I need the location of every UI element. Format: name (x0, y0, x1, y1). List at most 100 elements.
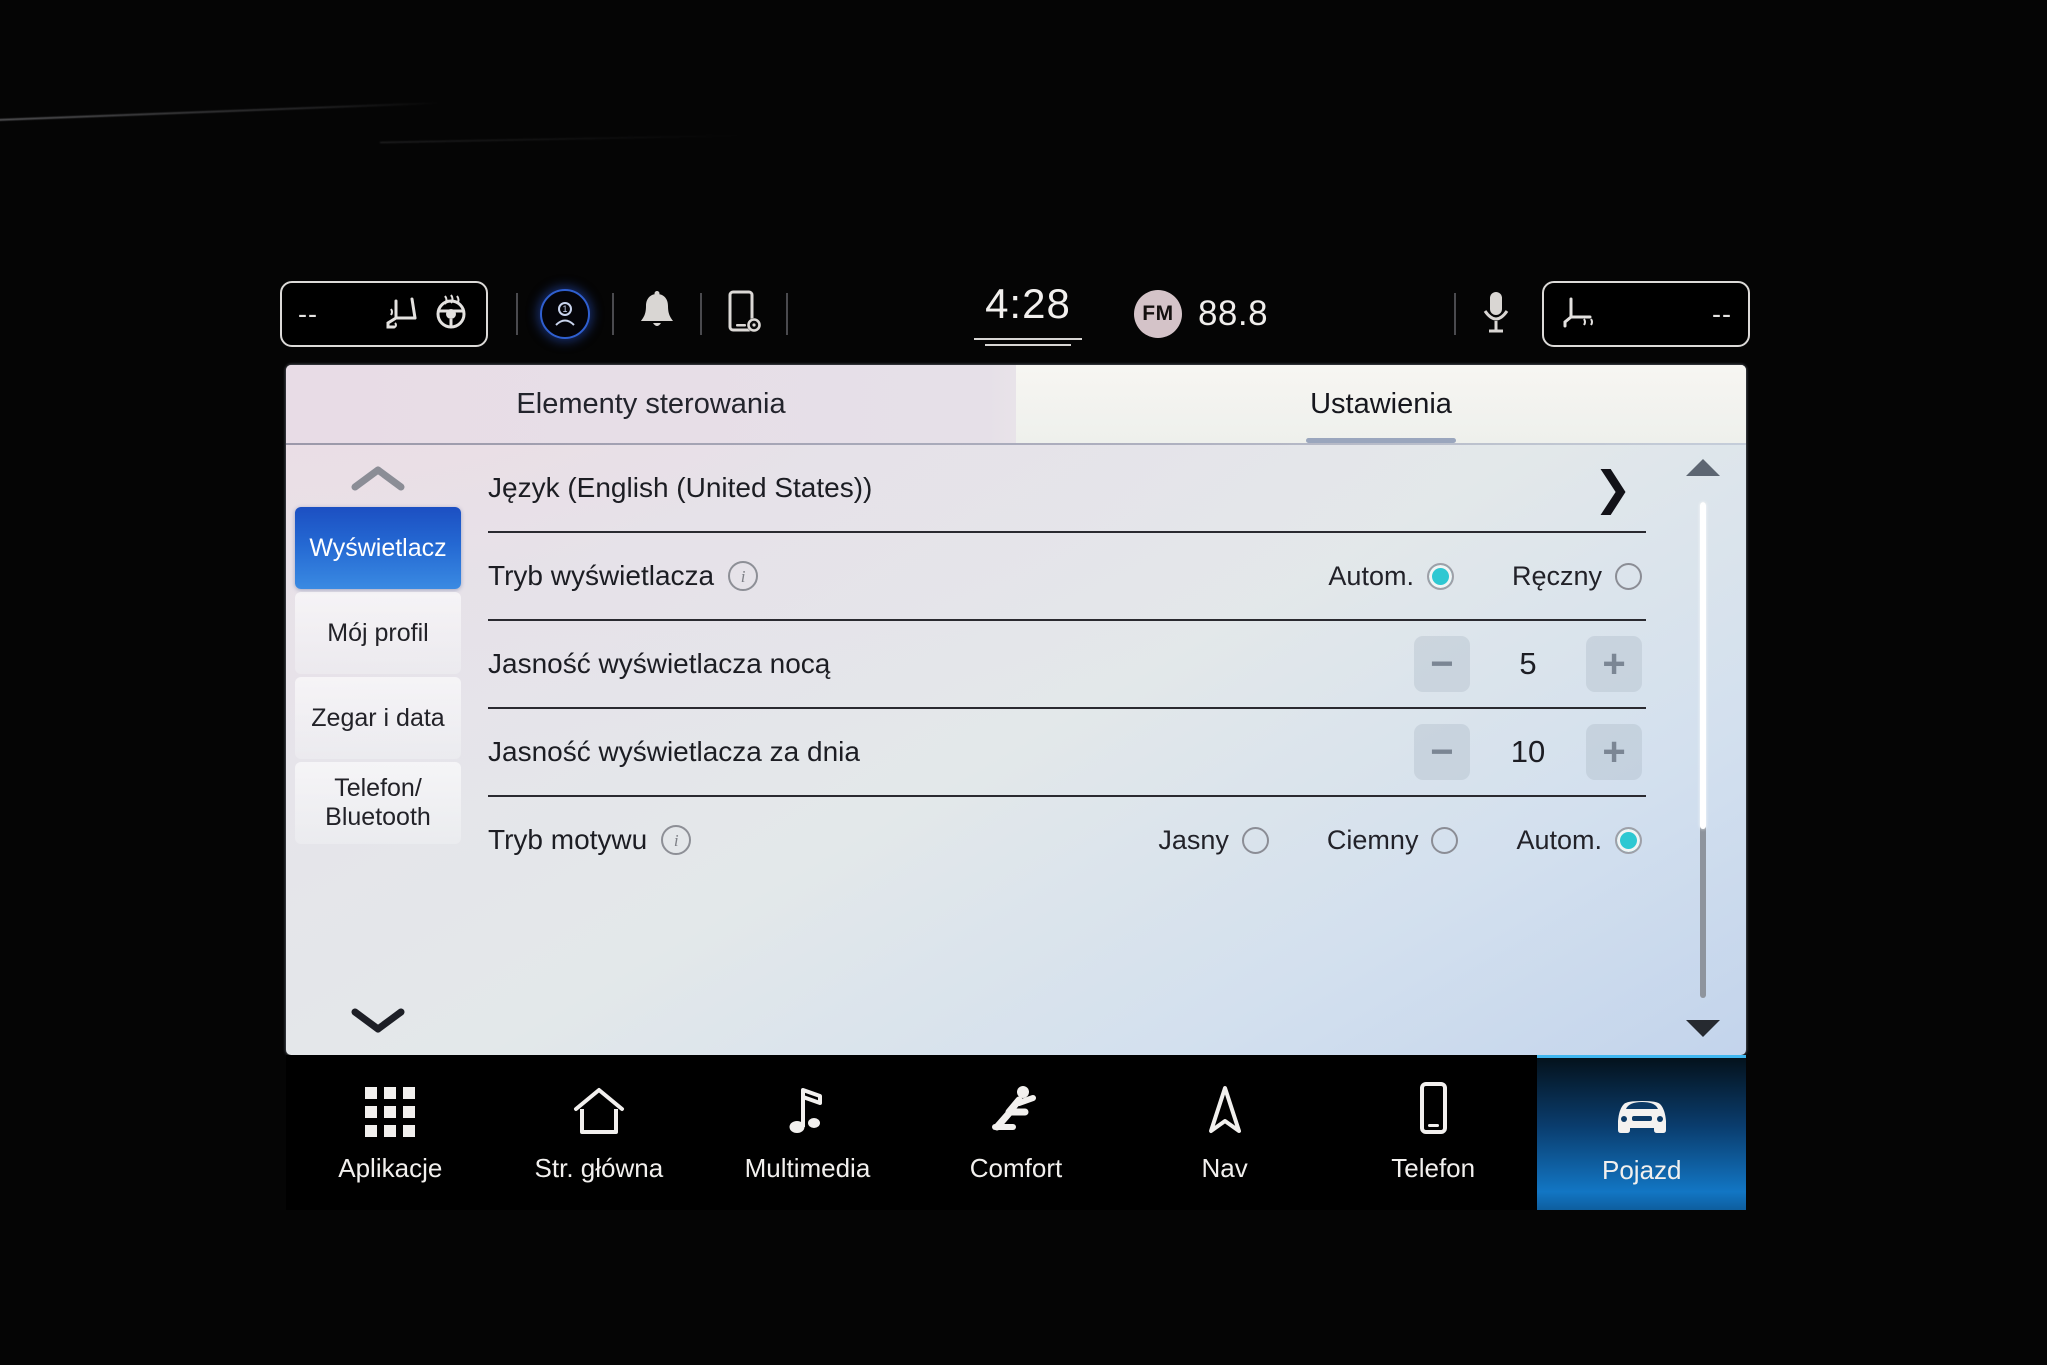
tab-bar: Elementy sterowania Ustawienia (286, 365, 1746, 443)
increment-button[interactable]: + (1586, 724, 1642, 780)
nav-item-label: Pojazd (1602, 1154, 1682, 1185)
sidebar-scroll-up-button[interactable] (286, 451, 470, 507)
nav-item-telefon[interactable]: Telefon (1329, 1055, 1538, 1210)
sidebar-item-label: Mój profil (327, 618, 429, 647)
heated-seat-icon[interactable] (382, 293, 422, 336)
row-label-text: Tryb motywu (488, 824, 648, 855)
decrement-button[interactable]: − (1414, 724, 1470, 780)
setting-row-brightness-night: Jasność wyświetlacza nocą − 5 + (488, 621, 1646, 709)
radio-label: Ręczny (1511, 560, 1602, 591)
status-divider-2 (612, 293, 614, 335)
tab-ustawienia[interactable]: Ustawienia (1016, 365, 1746, 443)
nav-item-pojazd[interactable]: Pojazd (1537, 1055, 1747, 1210)
scrollbar-track[interactable] (1700, 502, 1706, 998)
notifications-button[interactable] (636, 289, 678, 340)
left-temperature-value: -- (298, 298, 318, 329)
radio-frequency: 88.8 (1197, 294, 1269, 333)
nav-item-multimedia[interactable]: Multimedia (703, 1055, 912, 1210)
sidebar-item-zegar-i-data[interactable]: Zegar i data (295, 677, 461, 759)
driver-profile-button[interactable]: 1 (540, 289, 590, 339)
info-icon[interactable]: i (728, 561, 759, 591)
brightness-night-label: Jasność wyświetlacza nocą (488, 648, 831, 679)
brightness-day-stepper: − 10 + (1414, 724, 1642, 780)
triangle-up-icon[interactable] (1686, 459, 1720, 476)
radio-dot-selected[interactable] (1426, 562, 1454, 590)
radio-label: Jasny (1158, 824, 1229, 855)
brightness-day-value: 10 (1510, 734, 1546, 769)
radio-dot[interactable] (1615, 562, 1642, 590)
panel-body: Wyświetlacz Mój profil Zegar i data Tele… (286, 445, 1746, 1055)
brightness-night-stepper: − 5 + (1414, 636, 1642, 692)
scrollbar-thumb[interactable] (1700, 502, 1706, 830)
sidebar-scroll-down-button[interactable] (286, 985, 470, 1055)
sidebar-item-moj-profil[interactable]: Mój profil (295, 592, 461, 674)
radio-dot-selected[interactable] (1615, 826, 1642, 854)
heated-steering-wheel-icon[interactable] (432, 293, 470, 336)
chevron-up-icon (351, 466, 405, 491)
increment-button[interactable]: + (1586, 636, 1642, 692)
radio-band-badge: FM (1133, 290, 1182, 338)
nav-item-label: Telefon (1391, 1153, 1476, 1183)
nav-item-label: Comfort (969, 1153, 1063, 1183)
screen-glare-reflection-secondary (379, 135, 740, 143)
triangle-down-icon[interactable] (1686, 1020, 1720, 1037)
theme-mode-radio-group: Jasny Ciemny Autom. (1100, 825, 1642, 856)
car-front-icon (1608, 1083, 1676, 1139)
radio-dot[interactable] (1431, 826, 1459, 854)
tab-elementy-sterowania[interactable]: Elementy sterowania (286, 365, 1016, 443)
right-temperature-value: -- (1712, 298, 1732, 329)
radio-label: Autom. (1328, 560, 1414, 591)
status-center-group: 4:28 FM 88.8 (810, 282, 1432, 346)
tab-label: Elementy sterowania (516, 387, 786, 420)
sidebar-item-telefon-bluetooth[interactable]: Telefon/ Bluetooth (295, 762, 461, 844)
sidebar-item-label: Zegar i data (311, 703, 445, 732)
sidebar-item-wyswietlacz[interactable]: Wyświetlacz (295, 507, 461, 589)
apps-grid-icon (365, 1081, 416, 1137)
radio-option-autom[interactable]: Autom. (1516, 825, 1642, 856)
display-mode-label: Tryb wyświetlacza i (488, 560, 759, 592)
settings-panel: Elementy sterowania Ustawienia Wyświetla… (286, 365, 1746, 1055)
decrement-button[interactable]: − (1414, 636, 1470, 692)
radio-dot[interactable] (1241, 826, 1269, 854)
radio-option-reczny[interactable]: Ręczny (1512, 561, 1642, 592)
voice-assistant-button[interactable] (1478, 287, 1514, 342)
settings-scrollbar[interactable] (1660, 445, 1746, 1055)
setting-row-brightness-day: Jasność wyświetlacza za dnia − 10 + (488, 709, 1646, 797)
info-icon[interactable]: i (661, 825, 692, 855)
clock-widget[interactable]: 4:28 (973, 282, 1082, 346)
bell-icon (636, 289, 678, 340)
setting-row-language[interactable]: Język (English (United States)) ❯ (488, 445, 1646, 533)
settings-category-sidebar: Wyświetlacz Mój profil Zegar i data Tele… (286, 445, 470, 1055)
smartphone-icon (1413, 1081, 1453, 1137)
setting-row-display-mode: Tryb wyświetlacza i Autom. Ręczny (488, 533, 1646, 621)
radio-option-jasny[interactable]: Jasny (1158, 825, 1269, 856)
display-mode-radio-group: Autom. Ręczny (1270, 561, 1642, 592)
brightness-day-label: Jasność wyświetlacza za dnia (488, 736, 860, 767)
setting-row-theme-mode: Tryb motywu i Jasny Ciemny Autom. (488, 797, 1646, 883)
radio-option-ciemny[interactable]: Ciemny (1327, 825, 1459, 856)
nav-item-label: Aplikacje (338, 1153, 443, 1183)
chevron-right-icon[interactable]: ❯ (1593, 465, 1642, 511)
svg-text:1: 1 (562, 304, 567, 314)
music-note-icon (784, 1081, 830, 1137)
radio-status[interactable]: FM 88.8 (1133, 290, 1269, 338)
tab-label: Ustawienia (1310, 387, 1452, 420)
nav-item-label: Nav (1201, 1153, 1248, 1183)
right-climate-control[interactable]: -- (1542, 281, 1750, 347)
radio-option-autom[interactable]: Autom. (1328, 561, 1454, 592)
status-divider-4 (786, 293, 788, 335)
nav-item-nav[interactable]: Nav (1120, 1055, 1329, 1210)
phone-settings-button[interactable] (724, 287, 764, 342)
nav-item-comfort[interactable]: Comfort (912, 1055, 1121, 1210)
nav-item-aplikacje[interactable]: Aplikacje (286, 1055, 495, 1210)
left-climate-control[interactable]: -- (280, 281, 488, 347)
infotainment-screen: -- 1 4:28 FM 88.8 -- Elementy sterowania… (0, 0, 2047, 1365)
row-label-text: Tryb wyświetlacza (488, 560, 715, 591)
heated-seat-icon[interactable] (1560, 293, 1600, 336)
chevron-down-icon (351, 1008, 405, 1033)
status-divider-3 (700, 293, 702, 335)
nav-item-str-glowna[interactable]: Str. główna (495, 1055, 704, 1210)
clock-underline-bars (973, 334, 1082, 346)
driver-profile-icon: 1 (540, 289, 590, 339)
language-label: Język (English (United States)) (488, 472, 873, 503)
